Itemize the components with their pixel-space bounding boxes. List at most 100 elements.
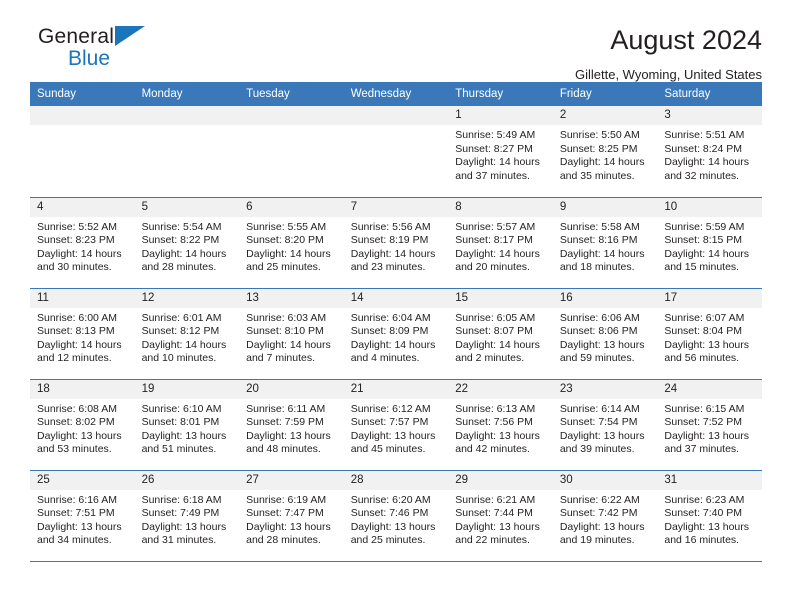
sunset-text: Sunset: 7:56 PM — [455, 416, 533, 429]
daylight-text: Daylight: 13 hours and 16 minutes. — [664, 520, 750, 547]
calendar-day-cell[interactable]: 7 Sunrise: 5:56 AM Sunset: 8:19 PM Daylight… — [343, 196, 449, 288]
calendar-day-cell[interactable]: 15 Sunrise: 6:05 AM Sunset: 8:07 PM Dayligh… — [448, 287, 553, 379]
weekday-header-row: Sunday Monday Tuesday Wednesday Thursday… — [30, 82, 762, 106]
calendar-day-cell[interactable]: 11 Sunrise: 6:00 AM Sunset: 8:13 PM Dayligh… — [30, 287, 135, 379]
calendar-day-cell[interactable]: 3 Sunrise: 5:51 AM Sunset: 8:24 PM Daylight… — [657, 106, 762, 197]
calendar-day-cell[interactable]: 22 Sunrise: 6:13 AM Sunset: 7:56 PM Dayligh… — [448, 378, 553, 470]
calendar-day-cell-empty — [30, 106, 135, 197]
calendar-day-cell[interactable]: 4 Sunrise: 5:52 AM Sunset: 8:23 PM Daylight… — [30, 196, 135, 288]
calendar-day-cell[interactable]: 24 Sunrise: 6:15 AM Sunset: 7:52 PM Dayligh… — [657, 378, 762, 470]
sunset-text: Sunset: 7:47 PM — [246, 507, 324, 520]
page-header: General Blue August 2024 Gillette, Wyomi… — [30, 0, 762, 81]
daylight-text: Daylight: 13 hours and 37 minutes. — [664, 429, 750, 456]
calendar-day-cell[interactable]: 26 Sunrise: 6:18 AM Sunset: 7:49 PM Dayligh… — [134, 469, 240, 562]
logo-wordmark-blue: Blue — [68, 47, 111, 70]
calendar-day-cell[interactable]: 23 Sunrise: 6:14 AM Sunset: 7:54 PM Dayligh… — [552, 378, 658, 470]
calendar-day-cell[interactable]: 28 Sunrise: 6:20 AM Sunset: 7:46 PM Dayligh… — [343, 469, 449, 562]
day-number: 26 — [134, 470, 240, 490]
calendar-day-cell[interactable]: 18 Sunrise: 6:08 AM Sunset: 8:02 PM Dayligh… — [30, 378, 135, 470]
calendar-day-cell[interactable]: 21 Sunrise: 6:12 AM Sunset: 7:57 PM Dayligh… — [343, 378, 449, 470]
calendar-day-cell[interactable]: 1 Sunrise: 5:49 AM Sunset: 8:27 PM Daylight… — [448, 106, 553, 197]
calendar-day-cell[interactable]: 14 Sunrise: 6:04 AM Sunset: 8:09 PM Dayligh… — [343, 287, 449, 379]
day-number — [239, 106, 344, 125]
sunset-text: Sunset: 7:46 PM — [350, 507, 429, 520]
calendar-day-cell[interactable]: 17 Sunrise: 6:07 AM Sunset: 8:04 PM Dayligh… — [657, 287, 762, 379]
sunrise-text: Sunrise: 5:52 AM — [37, 220, 117, 233]
day-details: Sunrise: 5:56 AM Sunset: 8:19 PM Daylight:… — [344, 217, 449, 275]
calendar-header: Sunday Monday Tuesday Wednesday Thursday… — [30, 82, 762, 106]
sunrise-sunset-calendar: Sunday Monday Tuesday Wednesday Thursday… — [30, 82, 762, 562]
calendar-day-cell[interactable]: 5 Sunrise: 5:54 AM Sunset: 8:22 PM Daylight… — [134, 196, 240, 288]
calendar-day-cell[interactable]: 6 Sunrise: 5:55 AM Sunset: 8:20 PM Daylight… — [239, 196, 344, 288]
day-details: Sunrise: 5:55 AM Sunset: 8:20 PM Daylight:… — [239, 217, 344, 275]
day-details: Sunrise: 5:49 AM Sunset: 8:27 PM Daylight:… — [448, 125, 553, 183]
day-number: 22 — [448, 379, 553, 399]
daylight-text: Daylight: 14 hours and 7 minutes. — [246, 338, 331, 365]
logo-general-blue[interactable]: General Blue — [30, 25, 146, 70]
sunset-text: Sunset: 8:09 PM — [350, 325, 429, 338]
day-number: 24 — [657, 379, 762, 399]
sunrise-text: Sunrise: 5:56 AM — [350, 220, 431, 233]
sunrise-text: Sunrise: 6:04 AM — [350, 311, 431, 324]
calendar-day-cell-empty — [343, 106, 449, 197]
daylight-text: Daylight: 13 hours and 28 minutes. — [246, 520, 331, 547]
daylight-text: Daylight: 13 hours and 48 minutes. — [246, 429, 331, 456]
calendar-day-cell[interactable]: 10 Sunrise: 5:59 AM Sunset: 8:15 PM Dayligh… — [657, 196, 762, 288]
calendar-day-cell[interactable]: 31 Sunrise: 6:23 AM Sunset: 7:40 PM Dayligh… — [657, 469, 762, 562]
day-number: 14 — [343, 288, 449, 308]
calendar-day-cell[interactable]: 27 Sunrise: 6:19 AM Sunset: 7:47 PM Dayligh… — [239, 469, 344, 562]
calendar-day-cell[interactable]: 12 Sunrise: 6:01 AM Sunset: 8:12 PM Dayligh… — [134, 287, 240, 379]
day-details: Sunrise: 6:15 AM Sunset: 7:52 PM Daylight:… — [657, 399, 762, 457]
sunrise-text: Sunrise: 6:00 AM — [37, 311, 117, 324]
calendar-day-cell[interactable]: 29 Sunrise: 6:21 AM Sunset: 7:44 PM Dayligh… — [448, 469, 553, 562]
calendar-day-cell[interactable]: 8 Sunrise: 5:57 AM Sunset: 8:17 PM Daylight… — [448, 196, 553, 288]
sunset-text: Sunset: 7:42 PM — [559, 507, 638, 520]
daylight-text: Daylight: 13 hours and 34 minutes. — [37, 520, 122, 547]
sunset-text: Sunset: 7:40 PM — [664, 507, 743, 520]
logo-wordmark-general: General — [38, 25, 115, 48]
sunset-text: Sunset: 8:02 PM — [37, 416, 115, 429]
day-number: 1 — [448, 106, 553, 125]
sunrise-text: Sunrise: 5:59 AM — [664, 220, 745, 233]
day-details: Sunrise: 5:52 AM Sunset: 8:23 PM Daylight:… — [30, 217, 135, 275]
sunset-text: Sunset: 8:20 PM — [246, 234, 324, 247]
weekday-header-friday: Friday — [552, 82, 658, 106]
sunrise-text: Sunrise: 5:58 AM — [559, 220, 640, 233]
calendar-day-cell[interactable]: 19 Sunrise: 6:10 AM Sunset: 8:01 PM Dayligh… — [134, 378, 240, 470]
sunrise-text: Sunrise: 6:05 AM — [455, 311, 536, 324]
sunrise-text: Sunrise: 6:21 AM — [455, 493, 536, 506]
calendar-day-cell[interactable]: 16 Sunrise: 6:06 AM Sunset: 8:06 PM Dayligh… — [552, 287, 658, 379]
day-details: Sunrise: 6:20 AM Sunset: 7:46 PM Daylight:… — [344, 490, 449, 548]
daylight-text: Daylight: 13 hours and 42 minutes. — [455, 429, 540, 456]
sunrise-text: Sunrise: 6:12 AM — [350, 402, 431, 415]
day-details: Sunrise: 6:22 AM Sunset: 7:42 PM Daylight:… — [553, 490, 658, 548]
weekday-header-thursday: Thursday — [448, 82, 553, 106]
sunrise-text: Sunrise: 5:49 AM — [455, 129, 536, 141]
sunset-text: Sunset: 8:17 PM — [455, 234, 533, 247]
daylight-text: Daylight: 13 hours and 53 minutes. — [37, 429, 122, 456]
calendar-day-cell[interactable]: 20 Sunrise: 6:11 AM Sunset: 7:59 PM Dayligh… — [239, 378, 344, 470]
day-number: 2 — [552, 106, 658, 125]
sunset-text: Sunset: 8:01 PM — [141, 416, 220, 429]
calendar-day-cell[interactable]: 9 Sunrise: 5:58 AM Sunset: 8:16 PM Daylight… — [552, 196, 658, 288]
day-details: Sunrise: 6:06 AM Sunset: 8:06 PM Daylight:… — [553, 308, 658, 366]
day-details: Sunrise: 6:12 AM Sunset: 7:57 PM Daylight:… — [344, 399, 449, 457]
day-details: Sunrise: 6:11 AM Sunset: 7:59 PM Daylight:… — [239, 399, 344, 457]
day-number — [343, 106, 449, 125]
day-details: Sunrise: 6:08 AM Sunset: 8:02 PM Daylight:… — [30, 399, 135, 457]
day-details: Sunrise: 5:59 AM Sunset: 8:15 PM Daylight:… — [657, 217, 762, 275]
day-details: Sunrise: 5:57 AM Sunset: 8:17 PM Daylight:… — [448, 217, 553, 275]
weekday-header-tuesday: Tuesday — [239, 82, 344, 106]
day-number: 11 — [30, 288, 135, 308]
sunset-text: Sunset: 7:51 PM — [37, 507, 115, 520]
sunrise-text: Sunrise: 6:03 AM — [246, 311, 327, 324]
day-details: Sunrise: 6:23 AM Sunset: 7:40 PM Daylight:… — [657, 490, 762, 548]
calendar-day-cell[interactable]: 25 Sunrise: 6:16 AM Sunset: 7:51 PM Dayligh… — [30, 469, 135, 562]
day-number: 19 — [134, 379, 240, 399]
calendar-day-cell[interactable]: 30 Sunrise: 6:22 AM Sunset: 7:42 PM Dayligh… — [552, 469, 658, 562]
day-details: Sunrise: 6:00 AM Sunset: 8:13 PM Daylight:… — [30, 308, 135, 366]
day-details: Sunrise: 6:03 AM Sunset: 8:10 PM Daylight:… — [239, 308, 344, 366]
calendar-day-cell[interactable]: 2 Sunrise: 5:50 AM Sunset: 8:25 PM Daylight… — [552, 106, 658, 197]
daylight-text: Daylight: 13 hours and 59 minutes. — [559, 338, 645, 365]
calendar-day-cell[interactable]: 13 Sunrise: 6:03 AM Sunset: 8:10 PM Dayligh… — [239, 287, 344, 379]
